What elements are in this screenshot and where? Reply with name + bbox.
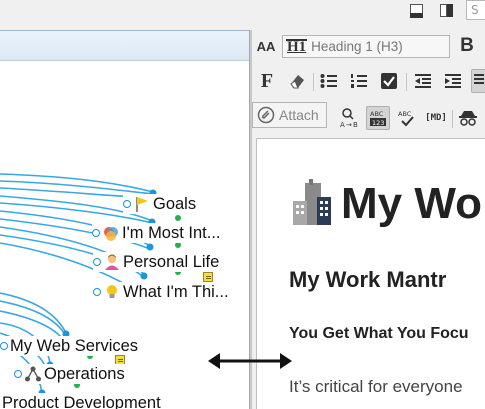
- office-building-icon: [291, 179, 331, 225]
- top-strip: S: [0, 0, 485, 30]
- outdent-icon[interactable]: [412, 69, 434, 93]
- collapse-toggle[interactable]: [92, 229, 100, 237]
- heading-icon: H1: [286, 39, 308, 55]
- lightbulb-icon: [103, 283, 121, 301]
- app-window: S Goals I'm Most Int... Personal Life Wh…: [0, 0, 485, 409]
- toolbar-separator: [452, 110, 453, 128]
- font-size-button[interactable]: AA: [254, 34, 278, 58]
- collapse-toggle[interactable]: [93, 288, 101, 296]
- svg-text:A: A: [340, 121, 345, 129]
- topic-label: Operations: [44, 364, 125, 383]
- font-size-label: AA: [256, 38, 276, 54]
- document-title: My Wo: [341, 179, 482, 228]
- svg-text:ABC: ABC: [398, 110, 412, 118]
- indent-icon[interactable]: [442, 69, 464, 93]
- bold-button[interactable]: B: [456, 34, 478, 58]
- topic-label: My Web Services: [10, 336, 139, 355]
- font-button[interactable]: F: [256, 69, 278, 93]
- network-icon: [24, 365, 42, 383]
- spellcheck-123-icon[interactable]: ABC 123: [366, 106, 390, 130]
- heading-style-value: Heading 1 (H3): [311, 39, 403, 54]
- document-heading-2: My Work Mantr: [289, 267, 447, 292]
- topic-goals[interactable]: Goals: [123, 194, 197, 214]
- topic-label: Goals: [153, 194, 197, 213]
- person-icon: [103, 253, 121, 271]
- collapse-toggle[interactable]: [14, 370, 22, 378]
- attach-label: Attach: [279, 107, 319, 123]
- markdown-label: [MD]: [425, 113, 447, 123]
- topic-what-im-thinking[interactable]: What I'm Thi...: [93, 282, 229, 302]
- svg-text:→: →: [346, 121, 352, 129]
- topic-product-development[interactable]: Product Development: [0, 393, 161, 409]
- collapse-toggle[interactable]: [123, 200, 131, 208]
- markdown-button[interactable]: [MD]: [424, 106, 448, 130]
- checkbox-icon[interactable]: [378, 69, 400, 93]
- topic-label: What I'm Thi...: [123, 282, 229, 301]
- toolbar-separator: [313, 73, 314, 91]
- align-icon[interactable]: [471, 69, 485, 93]
- layout-bottom-icon[interactable]: [408, 3, 426, 19]
- svg-text:123: 123: [372, 119, 384, 127]
- toolbar-separator: [406, 73, 407, 91]
- svg-text:ABC: ABC: [370, 110, 384, 118]
- heading-style-select[interactable]: H1 Heading 1 (H3): [282, 35, 450, 58]
- topic-operations[interactable]: Operations: [14, 364, 125, 384]
- attach-button[interactable]: Attach: [252, 102, 327, 128]
- bullet-list-icon[interactable]: [318, 69, 340, 93]
- eraser-icon[interactable]: [286, 69, 308, 93]
- colored-circles-icon: [102, 224, 120, 242]
- note-icon[interactable]: [203, 272, 213, 282]
- topic-label: I'm Most Int...: [122, 223, 221, 242]
- search-input[interactable]: S: [466, 0, 485, 20]
- flag-icon: [133, 195, 151, 213]
- svg-text:B: B: [353, 121, 358, 129]
- paperclip-icon: [257, 106, 275, 124]
- bold-label: B: [460, 35, 474, 56]
- resize-cursor-icon: [208, 353, 292, 369]
- find-replace-icon[interactable]: A → B: [338, 106, 360, 130]
- numbered-list-icon[interactable]: [348, 69, 370, 93]
- layout-split-icon[interactable]: [438, 3, 456, 19]
- topic-most-interested[interactable]: I'm Most Int...: [92, 223, 221, 243]
- topic-my-web-services[interactable]: My Web Services: [0, 336, 139, 356]
- font-label: F: [260, 69, 274, 92]
- toolbar-row-1: AA H1 Heading 1 (H3) B: [252, 30, 485, 62]
- incognito-icon[interactable]: [457, 106, 479, 130]
- document-paragraph: It’s critical for everyone: [289, 377, 463, 396]
- spellcheck-icon[interactable]: ABC: [396, 106, 418, 130]
- collapse-toggle[interactable]: [0, 342, 8, 350]
- collapse-toggle[interactable]: [93, 258, 101, 266]
- document-heading-3: You Get What You Focu: [289, 325, 469, 342]
- toolbar-row-2: F: [252, 65, 485, 97]
- topic-label: Product Development: [2, 393, 161, 409]
- topic-personal-life[interactable]: Personal Life: [93, 252, 220, 272]
- topic-label: Personal Life: [123, 252, 220, 271]
